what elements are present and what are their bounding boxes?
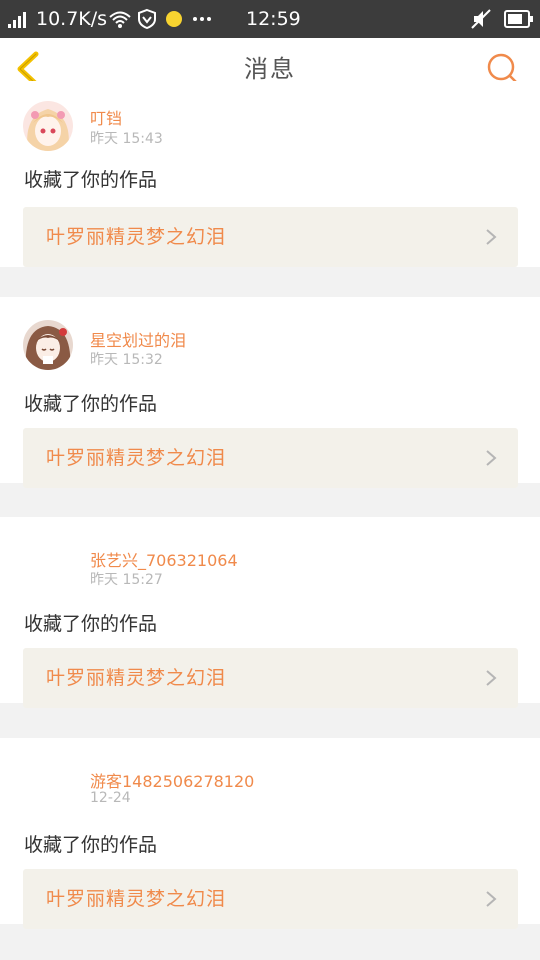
username[interactable]: 游客1482506278120: [90, 768, 254, 792]
work-link[interactable]: 叶罗丽精灵梦之幻泪: [23, 207, 518, 267]
blank-avatar[interactable]: [23, 540, 73, 590]
chevron-right-icon: [486, 229, 497, 245]
work-link[interactable]: 叶罗丽精灵梦之幻泪: [23, 869, 518, 929]
timestamp: 昨天 15:43: [90, 131, 163, 147]
action-text: 收藏了你的作品: [24, 169, 158, 191]
network-speed: 10.7K/s: [36, 8, 108, 30]
action-text: 收藏了你的作品: [24, 393, 158, 415]
work-title: 叶罗丽精灵梦之幻泪: [46, 667, 227, 689]
status-bar: 10.7K/s 12:59: [0, 0, 540, 38]
action-text: 收藏了你的作品: [24, 834, 158, 856]
chevron-right-icon: [486, 891, 497, 907]
work-link[interactable]: 叶罗丽精灵梦之幻泪: [23, 648, 518, 708]
notification-card: 叮铛 昨天 15:43 收藏了你的作品 叶罗丽精灵梦之幻泪: [0, 81, 540, 267]
notification-card: 星空划过的泪 昨天 15:32 收藏了你的作品 叶罗丽精灵梦之幻泪: [0, 297, 540, 488]
mute-icon: [470, 0, 492, 38]
battery-icon: [504, 0, 534, 38]
username[interactable]: 张艺兴_706321064: [90, 547, 238, 571]
blank-avatar[interactable]: [23, 761, 73, 811]
wifi-icon: [108, 0, 132, 38]
notification-card: 张艺兴_706321064 昨天 15:27 收藏了你的作品 叶罗丽精灵梦之幻泪: [0, 517, 540, 708]
shield-icon: [136, 0, 158, 38]
notification-dot-icon: [165, 0, 183, 38]
timestamp: 昨天 15:32: [90, 352, 163, 368]
username[interactable]: 叮铛: [90, 105, 122, 129]
more-icon: [192, 0, 212, 38]
notification-card: 游客1482506278120 12-24 收藏了你的作品 叶罗丽精灵梦之幻泪: [0, 738, 540, 929]
anime-girl-brown-avatar[interactable]: [23, 320, 73, 370]
work-title: 叶罗丽精灵梦之幻泪: [46, 888, 227, 910]
timestamp: 12-24: [90, 790, 131, 806]
chevron-right-icon: [486, 670, 497, 686]
username[interactable]: 星空划过的泪: [90, 327, 186, 351]
chevron-right-icon: [486, 450, 497, 466]
work-title: 叶罗丽精灵梦之幻泪: [46, 226, 227, 248]
anime-girl-pink-avatar[interactable]: [23, 101, 73, 151]
action-text: 收藏了你的作品: [24, 613, 158, 635]
work-title: 叶罗丽精灵梦之幻泪: [46, 447, 227, 469]
signal-icon: [8, 0, 30, 38]
clock: 12:59: [246, 8, 301, 30]
timestamp: 昨天 15:27: [90, 572, 163, 588]
work-link[interactable]: 叶罗丽精灵梦之幻泪: [23, 428, 518, 488]
